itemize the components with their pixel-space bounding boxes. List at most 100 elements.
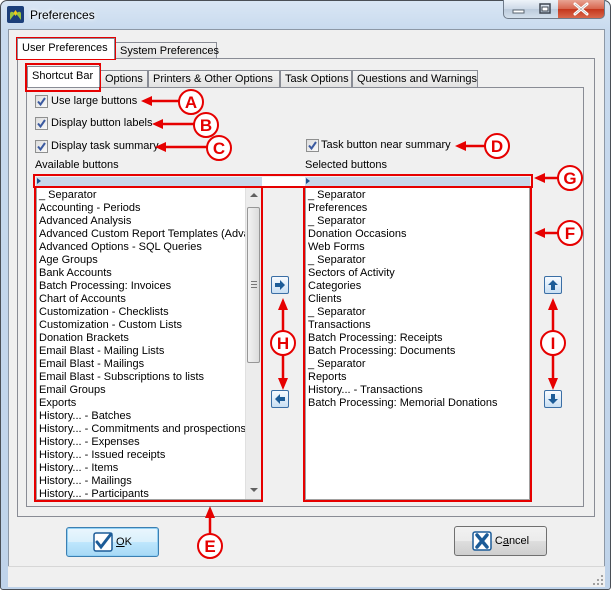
available-list-item[interactable]: Email Blast - Subscriptions to lists <box>37 371 245 384</box>
available-list-item[interactable]: Advanced Analysis <box>37 215 245 228</box>
maximize-icon <box>539 3 551 14</box>
scroll-up-arrow-icon[interactable] <box>250 193 258 197</box>
selected-list-item[interactable]: Web Forms <box>306 241 529 254</box>
mnemonic-letter: a <box>502 535 509 547</box>
ok-button-label: OK <box>116 536 132 548</box>
app-logo-icon <box>7 6 24 23</box>
use-large-buttons-label: Use large buttons <box>51 95 138 107</box>
available-list-item[interactable]: History... - Issued receipts <box>37 449 245 462</box>
selected-list-item[interactable]: Donation Occasions <box>306 228 529 241</box>
tab-system-preferences[interactable]: System Preferences <box>115 42 219 59</box>
checkmark-icon <box>37 97 46 107</box>
available-list-item[interactable]: Advanced Custom Report Templates (Advanc… <box>37 228 245 241</box>
available-list-item[interactable]: Customization - Checklists <box>37 306 245 319</box>
cancel-button-label: Cancel <box>494 535 530 547</box>
available-list-item[interactable]: Customization - Custom Lists <box>37 319 245 332</box>
selected-list-item[interactable]: _ Separator <box>306 358 529 371</box>
tab-options[interactable]: Options <box>100 70 148 87</box>
available-list-item[interactable]: History... - Commitments and prospection… <box>37 423 245 436</box>
available-list-header[interactable] <box>36 177 262 186</box>
arrow-down-icon <box>548 394 558 404</box>
arrow-left-icon <box>275 394 285 404</box>
grip-icon <box>251 281 257 288</box>
resize-grip-icon[interactable] <box>593 575 603 585</box>
status-bar <box>8 566 605 587</box>
available-list-item[interactable]: Exports <box>37 397 245 410</box>
triangle-right-icon <box>37 178 41 184</box>
close-button[interactable] <box>558 0 605 19</box>
display-button-labels-label: Display button labels <box>51 117 153 129</box>
available-buttons-list[interactable]: _ Separator Accounting - Periods Advanced … <box>36 187 262 500</box>
use-large-buttons-checkbox[interactable] <box>35 95 48 108</box>
close-icon <box>573 2 589 16</box>
selected-list-header[interactable] <box>305 177 530 186</box>
selected-list-item[interactable]: Sectors of Activity <box>306 267 529 280</box>
available-list-item[interactable]: Batch Processing: Invoices <box>37 280 245 293</box>
selected-list-item[interactable]: Clients <box>306 293 529 306</box>
tab-printers-other-options[interactable]: Printers & Other Options <box>148 70 280 87</box>
available-list-item[interactable]: Age Groups <box>37 254 245 267</box>
selected-list-item[interactable]: Batch Processing: Documents <box>306 345 529 358</box>
add-to-selected-button[interactable] <box>271 276 289 294</box>
checkmark-icon <box>93 532 113 552</box>
display-task-summary-label: Display task summary <box>51 140 159 152</box>
minimize-button[interactable] <box>503 0 533 19</box>
selected-list-item[interactable]: Categories <box>306 280 529 293</box>
task-button-near-summary-checkbox[interactable] <box>306 139 319 152</box>
available-buttons-label: Available buttons <box>35 159 119 171</box>
window-title: Preferences <box>30 8 95 22</box>
available-items: _ Separator Accounting - Periods Advanced … <box>37 189 245 499</box>
triangle-right-icon <box>306 178 310 184</box>
selected-list-item[interactable]: Batch Processing: Receipts <box>306 332 529 345</box>
display-task-summary-checkbox[interactable] <box>35 140 48 153</box>
move-up-button[interactable] <box>544 276 562 294</box>
available-list-item[interactable]: History... - Participants <box>37 488 245 499</box>
arrow-right-icon <box>275 280 285 290</box>
selected-list-item[interactable]: Batch Processing: Memorial Donations <box>306 397 529 410</box>
selected-list-item[interactable]: _ Separator <box>306 215 529 228</box>
tab-questions-warnings[interactable]: Questions and Warnings <box>352 70 478 87</box>
available-list-item[interactable]: Advanced Options - SQL Queries <box>37 241 245 254</box>
selected-list-item[interactable]: Transactions <box>306 319 529 332</box>
scroll-down-arrow-icon[interactable] <box>250 488 258 492</box>
mnemonic-letter: O <box>116 536 125 548</box>
available-list-item[interactable]: Donation Brackets <box>37 332 245 345</box>
selected-items: _ Separator Preferences _ Separator Donatio… <box>306 189 529 410</box>
header-spacer <box>262 177 305 186</box>
tab-shortcut-bar[interactable]: Shortcut Bar <box>27 66 100 87</box>
selected-buttons-label: Selected buttons <box>305 159 387 171</box>
display-button-labels-checkbox[interactable] <box>35 117 48 130</box>
available-list-scrollbar[interactable] <box>245 188 261 499</box>
cancel-button[interactable]: Cancel <box>454 526 547 556</box>
selected-buttons-list[interactable]: _ Separator Preferences _ Separator Donatio… <box>305 187 530 500</box>
checkmark-icon <box>37 119 46 129</box>
available-list-item[interactable]: Bank Accounts <box>37 267 245 280</box>
tab-user-preferences[interactable]: User Preferences <box>17 38 115 59</box>
selected-list-item[interactable]: _ Separator <box>306 189 529 202</box>
available-list-item[interactable]: Accounting - Periods <box>37 202 245 215</box>
selected-list-item[interactable]: Reports <box>306 371 529 384</box>
available-list-item[interactable]: Email Blast - Mailing Lists <box>37 345 245 358</box>
available-list-item[interactable]: Chart of Accounts <box>37 293 245 306</box>
selected-list-item[interactable]: _ Separator <box>306 306 529 319</box>
available-list-item[interactable]: History... - Mailings <box>37 475 245 488</box>
checkmark-icon <box>37 142 46 152</box>
available-list-item[interactable]: Email Blast - Mailings <box>37 358 245 371</box>
tab-task-options[interactable]: Task Options <box>280 70 352 87</box>
selected-list-item[interactable]: _ Separator <box>306 254 529 267</box>
cancel-x-icon <box>472 531 492 551</box>
available-list-item[interactable]: History... - Items <box>37 462 245 475</box>
ok-button[interactable]: OK <box>66 527 159 557</box>
available-list-item[interactable]: _ Separator <box>37 189 245 202</box>
scrollbar-thumb[interactable] <box>247 207 260 363</box>
selected-list-item[interactable]: History... - Transactions <box>306 384 529 397</box>
remove-from-selected-button[interactable] <box>271 390 289 408</box>
maximize-button[interactable] <box>532 0 559 19</box>
move-down-button[interactable] <box>544 390 562 408</box>
selected-list-item[interactable]: Preferences <box>306 202 529 215</box>
checkmark-icon <box>308 141 317 151</box>
available-list-item[interactable]: History... - Expenses <box>37 436 245 449</box>
available-list-item[interactable]: Email Groups <box>37 384 245 397</box>
available-list-item[interactable]: History... - Batches <box>37 410 245 423</box>
task-button-near-summary-label: Task button near summary <box>321 139 451 151</box>
